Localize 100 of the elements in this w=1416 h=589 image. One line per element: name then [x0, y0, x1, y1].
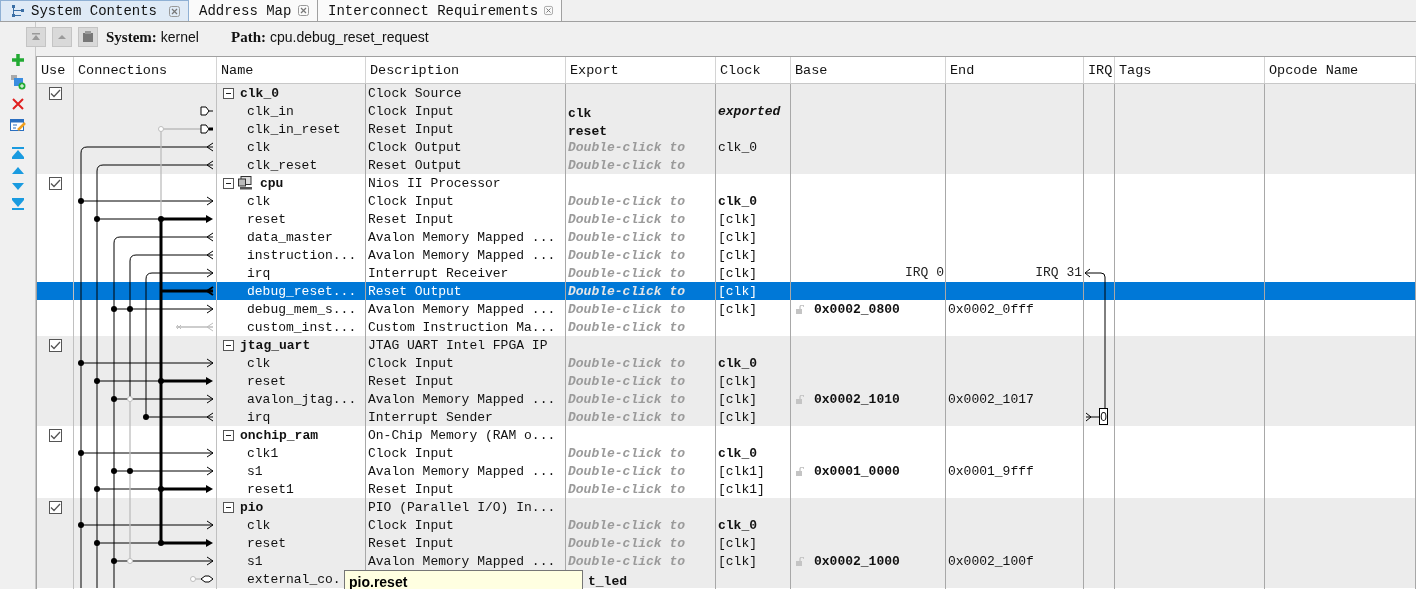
table-row[interactable]: avalon_jtag... Avalon Memory Mapped ... Double-click to [clk] 0x0002_1010 0x0002_1017: [37, 390, 1416, 408]
connection-line[interactable]: [161, 377, 213, 385]
junction-dot: [78, 522, 84, 528]
collapse-icon[interactable]: [223, 339, 234, 351]
use-checkbox[interactable]: [48, 86, 62, 100]
clock-text: [clk]: [718, 265, 757, 281]
column-header[interactable]: Connections: [74, 57, 217, 83]
move-to-bottom-icon[interactable]: [10, 198, 25, 210]
table-row[interactable]: clk_in Clock Input clk exported: [37, 102, 1416, 120]
move-down-icon[interactable]: [10, 182, 25, 191]
table-row[interactable]: jtag_uart JTAG UART Intel FPGA IP: [37, 336, 1416, 354]
junction-dot: [78, 450, 84, 456]
column-header[interactable]: Opcode Name: [1265, 57, 1416, 83]
port-name: clk_in: [246, 104, 294, 119]
column-header[interactable]: Base: [791, 57, 946, 83]
collapse-icon[interactable]: [223, 501, 234, 513]
port-name: clk_reset: [246, 157, 318, 173]
export-name[interactable]: reset: [568, 124, 607, 139]
table-row[interactable]: clk Clock Output Double-click to clk_0: [37, 138, 1416, 156]
clock-text: clk_0: [718, 355, 757, 371]
component-icon: [81, 30, 95, 44]
table-row[interactable]: clk_in_reset Reset Input reset: [37, 120, 1416, 138]
table-row[interactable]: clk_0 Clock Source: [37, 84, 1416, 102]
move-to-top-icon[interactable]: [10, 147, 25, 159]
move-up-icon: [57, 32, 67, 42]
remove-icon[interactable]: [10, 97, 25, 111]
table-row[interactable]: irq Interrupt Sender Double-click to [clk] 0: [37, 408, 1416, 426]
port-name: reset: [246, 373, 286, 389]
table-row[interactable]: clk Clock Input Double-click to clk_0: [37, 354, 1416, 372]
end-address: 0x0002_1017: [948, 391, 1034, 407]
base-address: 0x0002_0800: [814, 301, 900, 317]
connection-line[interactable]: [161, 539, 213, 547]
use-checkbox[interactable]: [48, 176, 62, 190]
connection-line[interactable]: [1085, 412, 1101, 422]
table-row[interactable]: reset Reset Input Double-click to [clk]: [37, 372, 1416, 390]
export-name[interactable]: clk: [568, 106, 592, 121]
table-row[interactable]: s1 Avalon Memory Mapped ... Double-click to [clk] 0x0002_1000 0x0002_100f: [37, 552, 1416, 570]
open-junction-circle: [127, 396, 133, 402]
column-header[interactable]: Use: [37, 57, 74, 83]
junction-dot: [127, 468, 133, 474]
export-hint[interactable]: Double-click to: [568, 283, 686, 299]
component-name: onchip_ram: [240, 427, 318, 443]
description-text: Avalon Memory Mapped ...: [368, 391, 556, 407]
conduit-port-icon[interactable]: [200, 575, 214, 583]
connection-line[interactable]: [161, 215, 213, 223]
connection-line[interactable]: [161, 485, 213, 493]
description-text: Clock Input: [368, 104, 454, 119]
close-icon[interactable]: [169, 5, 180, 17]
column-header[interactable]: Description: [366, 57, 566, 83]
port-name: clk1: [246, 445, 279, 461]
edit-icon[interactable]: [9, 118, 26, 132]
base-address: 0x0002_1000: [814, 553, 900, 569]
column-header[interactable]: Tags: [1115, 57, 1265, 83]
column-header[interactable]: Name: [217, 57, 366, 83]
computer-icon: [238, 176, 254, 190]
collapse-icon[interactable]: [223, 177, 234, 189]
component-name: clk_0: [240, 85, 279, 101]
junction-dot: [158, 486, 164, 492]
export-name[interactable]: t_led: [588, 574, 627, 589]
hierarchy-button[interactable]: [78, 27, 98, 47]
table-row[interactable]: pio PIO (Parallel I/O) In...: [37, 498, 1416, 516]
port-name: external_co.: [246, 572, 341, 587]
column-header[interactable]: Export: [566, 57, 716, 83]
add-component-icon[interactable]: [9, 74, 26, 90]
component-name: pio: [240, 499, 264, 515]
tab[interactable]: System Contents: [0, 0, 189, 21]
system-label: System:: [106, 28, 157, 46]
export-port-icon[interactable]: [200, 124, 213, 134]
collapse-icon[interactable]: [223, 429, 234, 441]
description-text: On-Chip Memory (RAM o...: [368, 427, 556, 443]
use-checkbox[interactable]: [48, 500, 62, 514]
description-text: Reset Output: [368, 157, 462, 173]
description-text: Clock Source: [368, 85, 462, 101]
collapse-icon[interactable]: [223, 87, 234, 99]
connection-line[interactable]: [96, 160, 214, 588]
clock-text: clk_0: [718, 139, 757, 155]
close-icon[interactable]: [544, 5, 553, 16]
column-header[interactable]: Clock: [716, 57, 791, 83]
column-header[interactable]: End: [946, 57, 1084, 83]
use-checkbox[interactable]: [48, 428, 62, 442]
connection-line[interactable]: [113, 232, 214, 588]
junction-dot: [111, 558, 117, 564]
add-icon[interactable]: [10, 53, 25, 67]
description-text: Avalon Memory Mapped ...: [368, 553, 556, 569]
column-header[interactable]: IRQ: [1084, 57, 1115, 83]
table-row[interactable]: clk Clock Input Double-click to clk_0: [37, 516, 1416, 534]
close-icon[interactable]: [298, 5, 309, 16]
junction-dot: [111, 468, 117, 474]
table-row[interactable]: debug_reset... Reset Output Double-click to [clk]: [37, 282, 1416, 300]
connection-line[interactable]: [80, 142, 214, 588]
table-row[interactable]: clk_reset Reset Output Double-click to: [37, 156, 1416, 174]
move-up-icon[interactable]: [10, 166, 25, 175]
use-checkbox[interactable]: [48, 338, 62, 352]
irq-number[interactable]: 0: [1099, 408, 1108, 425]
tab[interactable]: Interconnect Requirements: [318, 0, 562, 21]
table-row[interactable]: reset Reset Input Double-click to [clk]: [37, 534, 1416, 552]
junction-dot: [158, 216, 164, 222]
base-address: 0x0002_1010: [814, 391, 900, 407]
export-port-icon[interactable]: [200, 106, 214, 116]
tab[interactable]: Address Map: [189, 0, 318, 21]
